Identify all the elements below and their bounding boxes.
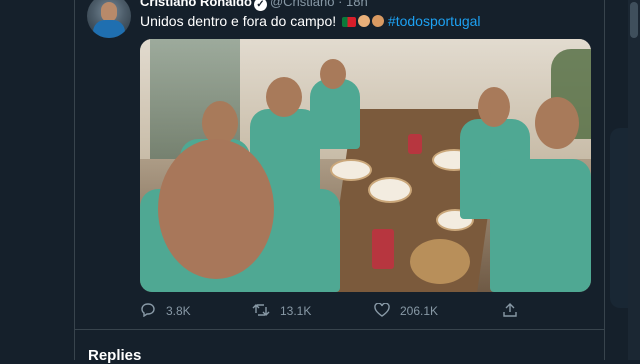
share-button[interactable] xyxy=(502,303,518,319)
photo-player-head xyxy=(320,59,346,89)
reply-icon xyxy=(140,303,156,319)
like-button[interactable]: 206.1K xyxy=(374,302,439,319)
share-icon xyxy=(502,303,518,319)
tweet-time-separator: · xyxy=(338,0,343,9)
verified-badge-icon: ✓ xyxy=(253,0,267,11)
retweet-icon xyxy=(252,303,270,319)
photo-glass xyxy=(372,229,394,269)
photo-player-head xyxy=(158,139,274,279)
avatar-shirt xyxy=(93,20,125,38)
reply-count: 3.8K xyxy=(166,304,191,318)
retweet-count: 13.1K xyxy=(280,304,312,318)
left-sidebar xyxy=(0,0,74,360)
author-avatar[interactable] xyxy=(87,0,131,38)
sidebar-widget xyxy=(610,128,630,308)
photo-player-head xyxy=(266,77,302,117)
heart-icon xyxy=(374,302,390,319)
replies-heading: Replies xyxy=(88,347,142,364)
tweet-timestamp[interactable]: 18h xyxy=(346,0,368,9)
photo-plate xyxy=(330,159,372,181)
reply-button[interactable]: 3.8K xyxy=(140,303,191,319)
author-name[interactable]: Cristiano Ronaldo xyxy=(140,0,252,9)
photo-player-head xyxy=(535,97,579,149)
like-count: 206.1K xyxy=(400,304,439,318)
tweet-text: Unidos dentro e fora do campo! #todospor… xyxy=(140,12,481,30)
photo-glass xyxy=(408,134,422,154)
raised-fist-icon xyxy=(372,15,385,27)
avatar-face xyxy=(101,2,117,22)
hashtag-link[interactable]: #todosportugal xyxy=(388,13,481,29)
photo-plate xyxy=(368,177,412,203)
tweet-header: Cristiano Ronaldo ✓ @Cristiano · 18h xyxy=(140,0,368,11)
photo-player-head xyxy=(478,87,510,127)
replies-section xyxy=(75,330,604,360)
photo-player xyxy=(310,79,360,149)
photo-placemat xyxy=(410,239,470,284)
tweet-body: Unidos dentro e fora do campo! xyxy=(140,13,337,29)
tweet-photo[interactable] xyxy=(140,39,591,292)
retweet-button[interactable]: 13.1K xyxy=(252,303,311,319)
clapping-hands-icon xyxy=(358,15,371,27)
scrollbar-thumb[interactable] xyxy=(630,2,638,38)
timeline-border-left xyxy=(74,0,75,360)
scrollbar[interactable] xyxy=(628,0,640,360)
photo-player xyxy=(490,159,591,292)
author-handle[interactable]: @Cristiano xyxy=(270,0,335,9)
flag-portugal-icon xyxy=(342,17,357,27)
